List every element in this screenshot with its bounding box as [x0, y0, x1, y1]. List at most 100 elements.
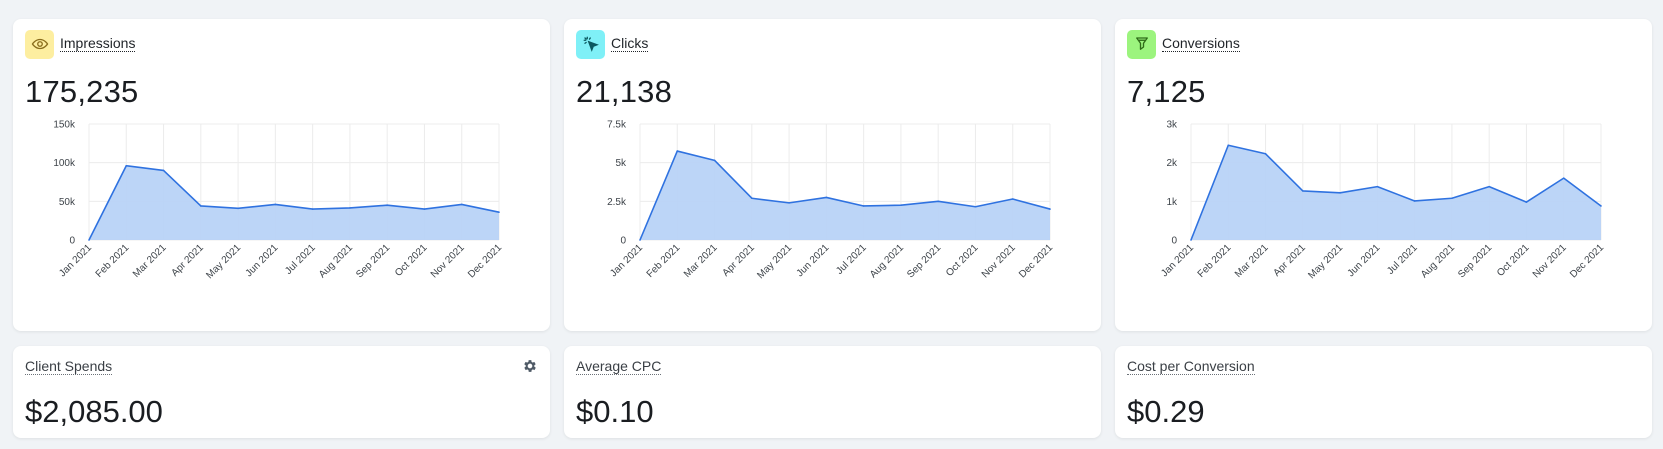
data-point: [1600, 205, 1602, 207]
x-tick-label: Jan 2021: [1159, 242, 1196, 279]
x-tick-label: Dec 2021: [1568, 242, 1606, 280]
x-tick-label: Nov 2021: [1531, 242, 1569, 280]
data-point: [349, 207, 351, 209]
x-tick-label: Mar 2021: [1233, 242, 1271, 280]
y-tick-label: 3k: [1166, 120, 1178, 131]
x-tick-label: May 2021: [1306, 242, 1345, 281]
data-point: [1376, 185, 1379, 188]
data-point: [825, 196, 828, 199]
data-point: [900, 204, 902, 206]
average-cpc-value: $0.10: [576, 394, 654, 429]
y-tick-label: 0: [620, 236, 626, 247]
series-area: [89, 165, 499, 240]
data-point: [937, 200, 939, 203]
y-tick-label: 0: [69, 236, 75, 247]
cost-per-conversion-card: Cost per Conversion $0.29: [1115, 346, 1652, 438]
x-tick-label: Dec 2021: [1017, 242, 1055, 280]
y-tick-label: 0: [1171, 236, 1177, 247]
clicks-card: Clicks 21,138 0 2.5k 5k 7.5k Jan 2021 Feb 202…: [564, 19, 1101, 331]
x-tick-label: May 2021: [204, 242, 243, 281]
data-point: [1413, 200, 1416, 202]
x-tick-label: Sep 2021: [354, 242, 392, 280]
x-tick-label: Sep 2021: [1456, 242, 1494, 280]
cost-per-conversion-value: $0.29: [1127, 394, 1205, 429]
data-point: [162, 169, 165, 172]
impressions-chart: 0 50k 100k 150k Jan 2021 Feb 2021 Mar 2021 Apr …: [53, 120, 504, 282]
data-point: [788, 202, 790, 204]
average-cpc-title[interactable]: Average CPC: [576, 358, 662, 375]
x-tick-label: Feb 2021: [1196, 242, 1234, 280]
x-tick-label: Oct 2021: [393, 242, 430, 279]
impressions-card: Impressions 175,235 0 50k 100k 150k Jan 2021…: [13, 19, 550, 331]
data-point: [498, 211, 500, 213]
x-tick-label: May 2021: [755, 242, 794, 281]
x-tick-label: Jun 2021: [795, 242, 832, 279]
data-point: [88, 239, 90, 241]
x-tick-label: Apr 2021: [720, 242, 757, 279]
cost-per-conversion-header: Cost per Conversion: [1127, 358, 1255, 376]
y-tick-label: 2.5k: [607, 197, 627, 208]
series-area: [1191, 145, 1601, 240]
x-tick-label: Nov 2021: [429, 242, 467, 280]
data-point: [1488, 185, 1490, 188]
y-tick-label: 100k: [53, 158, 76, 169]
x-tick-label: Aug 2021: [317, 242, 355, 280]
client-spends-value: $2,085.00: [25, 394, 163, 429]
conversions-card: Conversions 7,125 0 1k 2k 3k Jan 2021 Feb 202…: [1115, 19, 1652, 331]
data-point: [1302, 190, 1304, 192]
x-tick-label: Jul 2021: [1385, 242, 1420, 277]
y-tick-label: 50k: [59, 197, 76, 208]
clicks-chart: 0 2.5k 5k 7.5k Jan 2021 Feb 2021 Mar 2021 Apr 2…: [607, 120, 1055, 282]
x-tick-label: Aug 2021: [1419, 242, 1457, 280]
x-tick-label: Sep 2021: [905, 242, 943, 280]
client-spends-header: Client Spends: [25, 358, 113, 376]
conversions-chart: 0 1k 2k 3k Jan 2021 Feb 2021 Mar 2021 Apr 2021M…: [1159, 120, 1606, 282]
client-spends-card: Client Spends $2,085.00: [13, 346, 550, 438]
data-point: [237, 207, 239, 210]
data-point: [676, 150, 679, 152]
average-cpc-card: Average CPC $0.10: [564, 346, 1101, 438]
x-tick-label: Apr 2021: [1271, 242, 1308, 279]
x-tick-label: Mar 2021: [131, 242, 169, 280]
data-point: [125, 164, 128, 167]
x-tick-label: Apr 2021: [169, 242, 206, 279]
cost-per-conversion-title[interactable]: Cost per Conversion: [1127, 358, 1255, 375]
data-point: [1049, 208, 1051, 210]
data-point: [639, 239, 641, 241]
data-point: [1011, 198, 1014, 200]
client-spends-title[interactable]: Client Spends: [25, 358, 113, 375]
x-tick-label: Mar 2021: [682, 242, 720, 280]
average-cpc-header: Average CPC: [576, 358, 662, 376]
data-point: [200, 205, 202, 207]
gear-icon[interactable]: [522, 358, 538, 374]
data-point: [713, 159, 716, 162]
x-tick-label: Feb 2021: [645, 242, 683, 280]
x-tick-label: Nov 2021: [980, 242, 1018, 280]
x-tick-label: Oct 2021: [1495, 242, 1532, 279]
x-tick-label: Oct 2021: [944, 242, 981, 279]
x-tick-label: Jul 2021: [283, 242, 318, 277]
data-point: [1451, 197, 1453, 200]
x-tick-label: Jun 2021: [1346, 242, 1383, 279]
x-tick-label: Jan 2021: [608, 242, 645, 279]
x-tick-label: Jun 2021: [244, 242, 281, 279]
x-tick-label: Feb 2021: [94, 242, 132, 280]
data-point: [460, 203, 463, 206]
data-point: [1264, 152, 1267, 155]
series-area: [640, 151, 1050, 240]
x-tick-label: Dec 2021: [466, 242, 504, 280]
data-point: [751, 197, 753, 200]
y-tick-label: 5k: [615, 158, 627, 169]
x-tick-label: Jul 2021: [834, 242, 869, 277]
data-point: [1562, 177, 1565, 179]
x-tick-label: Jan 2021: [57, 242, 94, 279]
data-point: [1525, 201, 1528, 203]
data-point: [862, 205, 865, 207]
y-tick-label: 7.5k: [607, 120, 627, 131]
data-point: [423, 208, 426, 210]
data-point: [1227, 144, 1230, 147]
y-tick-label: 150k: [53, 120, 76, 131]
y-tick-label: 2k: [1166, 158, 1178, 169]
data-point: [974, 205, 977, 208]
data-point: [311, 208, 314, 210]
